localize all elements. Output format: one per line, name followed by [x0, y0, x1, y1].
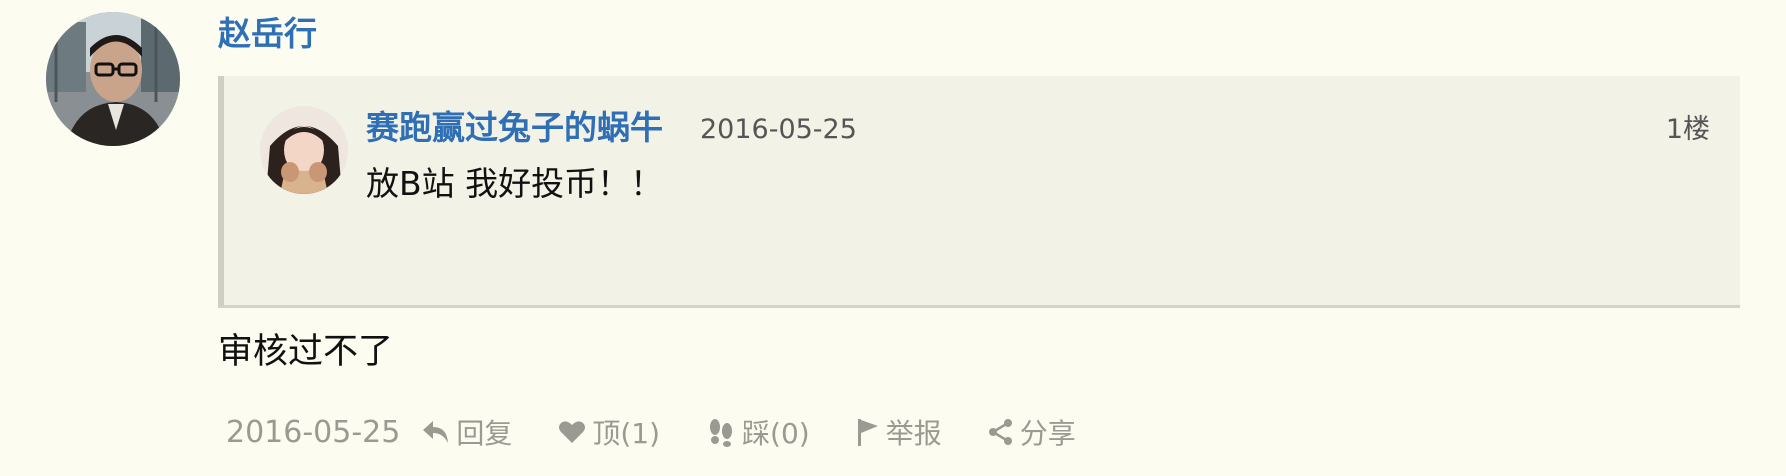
- report-label: 举报: [885, 417, 942, 450]
- reply-button[interactable]: 回复: [422, 412, 512, 452]
- quote-user-name[interactable]: 赛跑赢过兔子的蜗牛: [366, 104, 663, 152]
- quote-date: 2016-05-25: [700, 114, 857, 145]
- quote-text: 放B站 我好投币！！: [366, 164, 664, 203]
- share-icon: [988, 419, 1012, 445]
- heart-icon: [559, 421, 586, 443]
- reply-icon: [423, 421, 449, 443]
- quoted-reply: 赛跑赢过兔子的蜗牛 2016-05-25 1楼 放B站 我好投币！！: [218, 76, 1740, 308]
- downvote-label: 踩(0): [742, 417, 810, 450]
- downvote-button[interactable]: 踩(0): [706, 412, 810, 452]
- author-avatar[interactable]: [46, 12, 180, 146]
- flag-icon: [857, 419, 878, 446]
- comment-item: 赵岳行 赛跑赢过兔子的蜗牛 2016-05-25 1楼 放B站 我好投币！！ 审…: [0, 0, 1786, 476]
- comment-actions: 2016-05-25 回复 顶(1) 踩(0) 举报 分享: [226, 409, 1122, 455]
- floor-number: 1楼: [1665, 114, 1710, 145]
- author-name[interactable]: 赵岳行: [218, 10, 317, 58]
- upvote-button[interactable]: 顶(1): [558, 412, 660, 452]
- reply-label: 回复: [456, 417, 513, 450]
- quote-avatar-image: [260, 106, 348, 194]
- share-button[interactable]: 分享: [988, 412, 1076, 452]
- share-label: 分享: [1019, 417, 1076, 450]
- footprint-icon: [710, 419, 733, 447]
- quote-user-avatar[interactable]: [260, 106, 348, 194]
- upvote-label: 顶(1): [592, 417, 661, 450]
- comment-date: 2016-05-25: [226, 414, 401, 450]
- report-button[interactable]: 举报: [856, 412, 942, 452]
- author-avatar-image: [46, 12, 180, 146]
- comment-text: 审核过不了: [218, 332, 394, 372]
